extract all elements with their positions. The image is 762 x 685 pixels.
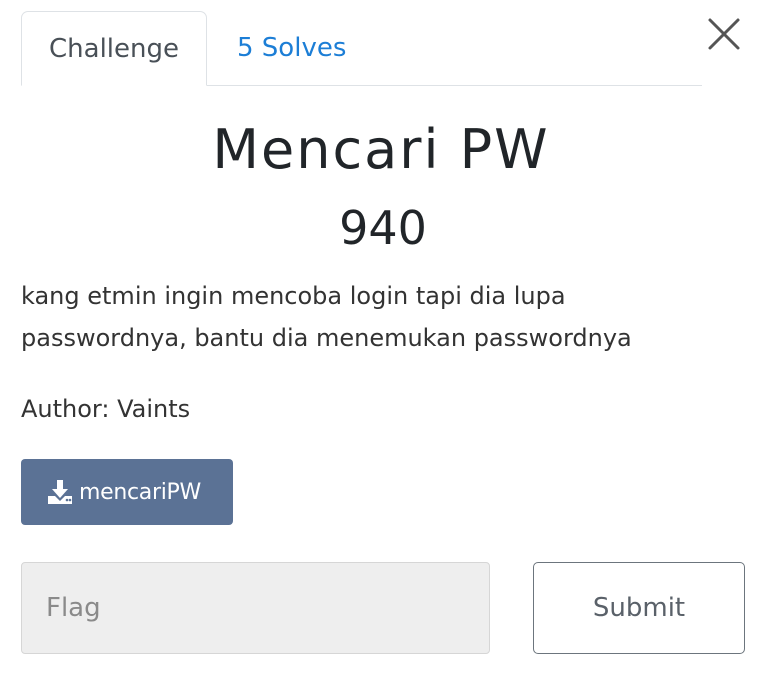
challenge-description: kang etmin ingin mencoba login tapi dia … <box>21 282 632 352</box>
challenge-value: 940 <box>339 201 427 255</box>
close-icon <box>708 18 740 50</box>
challenge-author: Author: Vaints <box>21 395 191 423</box>
download-file-label: mencariPW <box>79 479 201 505</box>
tab-challenge[interactable]: Challenge <box>21 11 207 86</box>
download-icon <box>45 477 75 507</box>
submit-button[interactable]: Submit <box>533 562 745 654</box>
challenge-tabs: Challenge 5 Solves <box>21 11 702 86</box>
download-file-button[interactable]: mencariPW <box>21 459 233 525</box>
challenge-title: Mencari PW <box>212 118 550 181</box>
flag-input[interactable] <box>21 562 490 654</box>
tab-solves[interactable]: 5 Solves <box>237 11 346 85</box>
close-button[interactable] <box>704 14 744 54</box>
